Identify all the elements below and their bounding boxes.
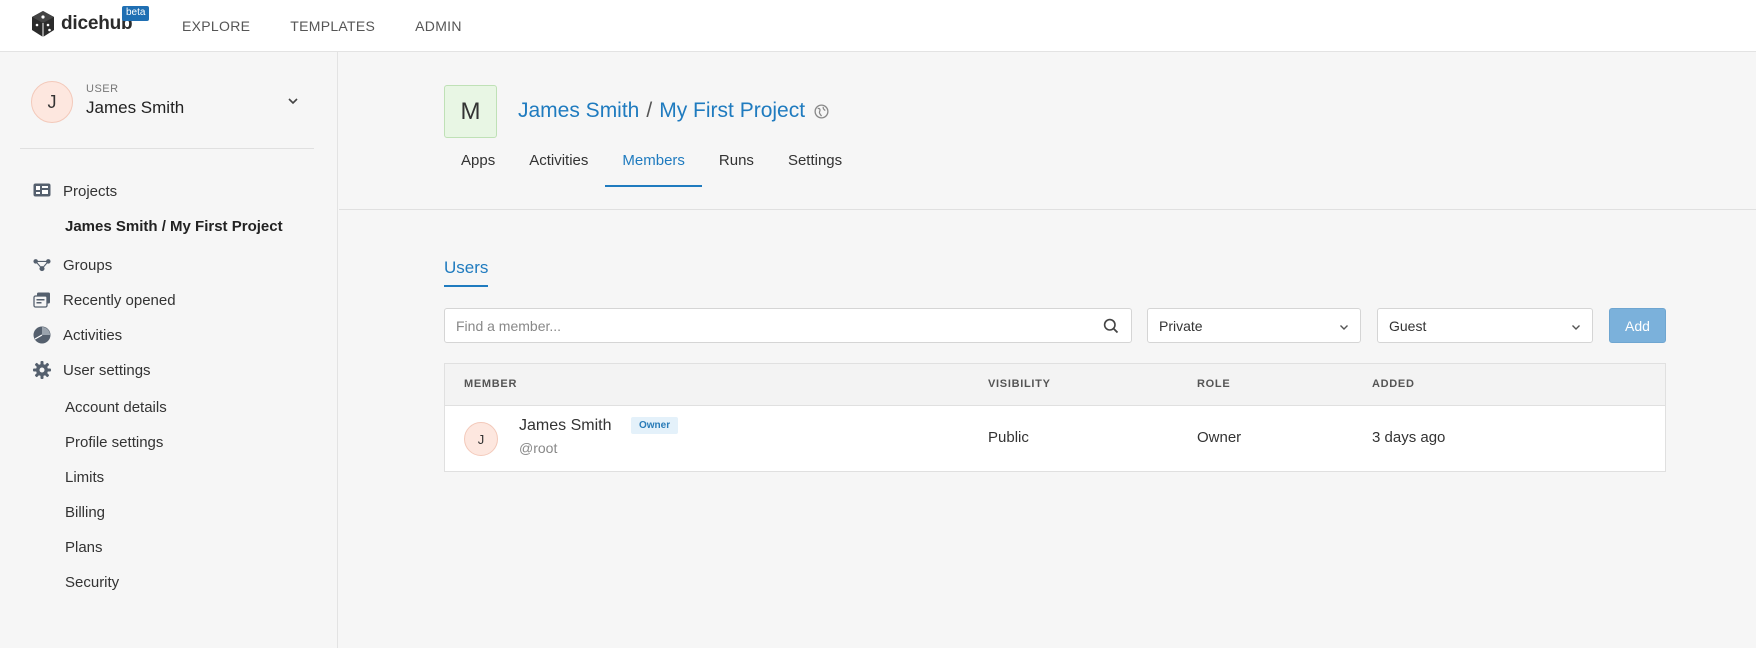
sidebar-item-account-details[interactable]: Account details: [65, 397, 167, 419]
user-name: James Smith: [86, 98, 185, 117]
nav-admin[interactable]: ADMIN: [415, 18, 462, 34]
sidebar-item-groups[interactable]: Groups: [33, 253, 112, 277]
main-content: M James Smith / My First Project Apps Ac…: [339, 52, 1756, 648]
dice-logo-icon: [32, 11, 54, 37]
search-input[interactable]: [445, 309, 1085, 342]
user-switcher[interactable]: J USER James Smith: [31, 81, 301, 123]
nav-templates[interactable]: TEMPLATES: [290, 18, 375, 34]
sidebar-item-recently-opened[interactable]: Recently opened: [33, 288, 176, 312]
subtab-users[interactable]: Users: [444, 258, 489, 287]
breadcrumb-owner[interactable]: James Smith: [518, 99, 639, 123]
tab-activities[interactable]: Activities: [512, 152, 605, 186]
project-tabs: Apps Activities Members Runs Settings: [444, 152, 859, 187]
column-role[interactable]: ROLE: [1197, 378, 1230, 390]
members-table: MEMBER VISIBILITY ROLE ADDED J James Smi…: [444, 363, 1666, 472]
chevron-down-icon[interactable]: [285, 93, 301, 109]
breadcrumb: James Smith / My First Project: [518, 99, 829, 123]
role-select-value: Guest: [1389, 317, 1427, 334]
breadcrumb-project[interactable]: My First Project: [659, 99, 805, 123]
groups-icon: [33, 256, 51, 274]
sidebar-item-activities[interactable]: Activities: [33, 323, 122, 347]
sidebar-label-user-settings: User settings: [63, 361, 151, 379]
column-member[interactable]: MEMBER: [464, 378, 517, 390]
sidebar-label-activities: Activities: [63, 326, 123, 344]
projects-icon: [33, 182, 51, 200]
nav-explore[interactable]: EXPLORE: [182, 18, 250, 34]
tab-apps[interactable]: Apps: [444, 152, 512, 186]
member-avatar: J: [464, 422, 498, 456]
add-member-button[interactable]: Add: [1609, 308, 1666, 343]
owner-badge: Owner: [631, 417, 679, 434]
member-added: 3 days ago: [1372, 429, 1446, 446]
sidebar-item-limits[interactable]: Limits: [65, 467, 104, 489]
user-avatar: J: [31, 81, 73, 123]
sidebar-item-current-project[interactable]: James Smith / My First Project: [65, 216, 283, 238]
sidebar-label-recent: Recently opened: [63, 291, 176, 309]
table-header: MEMBER VISIBILITY ROLE ADDED: [445, 364, 1665, 406]
sidebar-item-projects[interactable]: Projects: [33, 179, 117, 203]
member-name[interactable]: James Smith: [519, 417, 611, 435]
activities-icon: [33, 326, 51, 344]
member-search: [444, 308, 1132, 343]
search-icon[interactable]: [1103, 318, 1119, 334]
column-added[interactable]: ADDED: [1372, 378, 1415, 390]
top-bar: dicehub beta EXPLORE TEMPLATES ADMIN: [0, 0, 1756, 52]
project-avatar: M: [444, 85, 497, 138]
visibility-select-value: Private: [1159, 317, 1203, 334]
sidebar-item-plans[interactable]: Plans: [65, 537, 103, 559]
sidebar-item-profile-settings[interactable]: Profile settings: [65, 432, 163, 454]
table-row[interactable]: J James Smith Owner @root Public Owner 3…: [445, 406, 1665, 471]
tab-members[interactable]: Members: [605, 152, 702, 187]
beta-badge: beta: [122, 6, 150, 21]
chevron-down-icon: [1340, 325, 1348, 330]
sidebar-label-groups: Groups: [63, 256, 113, 274]
top-nav: EXPLORE TEMPLATES ADMIN: [182, 0, 502, 52]
sidebar-item-billing[interactable]: Billing: [65, 502, 105, 524]
gear-icon: [33, 361, 51, 379]
role-select[interactable]: Guest: [1377, 308, 1593, 343]
sidebar-divider: [20, 148, 314, 149]
tab-settings[interactable]: Settings: [771, 152, 859, 186]
recent-icon: [33, 291, 51, 309]
tabs-divider: [339, 209, 1756, 210]
public-globe-icon: [814, 103, 829, 119]
sidebar-item-user-settings[interactable]: User settings: [33, 358, 151, 382]
column-visibility[interactable]: VISIBILITY: [988, 378, 1051, 390]
sidebar-item-security[interactable]: Security: [65, 572, 119, 594]
member-handle: @root: [519, 440, 558, 456]
tab-runs[interactable]: Runs: [702, 152, 771, 186]
sidebar: J USER James Smith Projects James Smith …: [0, 52, 338, 648]
chevron-down-icon: [1572, 325, 1580, 330]
visibility-select[interactable]: Private: [1147, 308, 1361, 343]
breadcrumb-separator: /: [646, 99, 653, 122]
member-visibility: Public: [988, 429, 1029, 446]
member-role: Owner: [1197, 429, 1242, 446]
sidebar-label-projects: Projects: [63, 182, 118, 200]
user-caption: USER: [86, 83, 119, 95]
brand-logo[interactable]: dicehub beta: [30, 6, 150, 38]
